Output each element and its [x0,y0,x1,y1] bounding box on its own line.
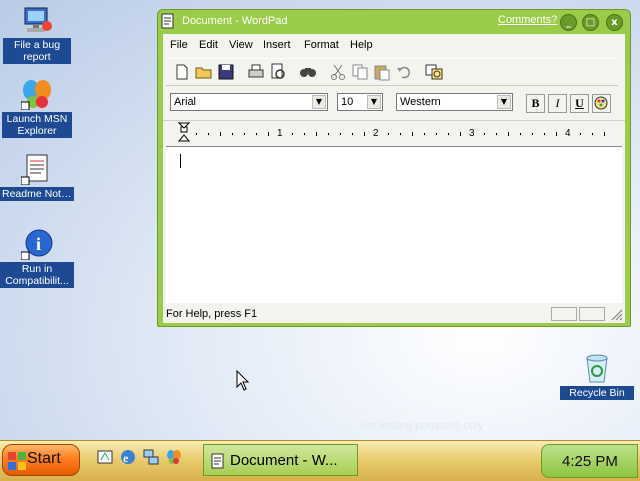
open-icon[interactable] [194,62,214,82]
start-button[interactable]: Start [2,444,80,476]
cut-icon[interactable] [328,62,348,82]
menu-bar: File Edit View Insert Format Help [163,36,625,54]
desktop-icon-label: Run in Compatibilit... [0,262,74,288]
minimize-button[interactable]: _ [560,14,577,31]
script-value: Western [400,96,441,108]
underline-button[interactable]: U [570,94,589,113]
menu-edit[interactable]: Edit [199,39,218,51]
italic-button[interactable]: I [548,94,567,113]
undo-icon[interactable] [394,62,414,82]
bug-report-icon [21,4,53,36]
show-desktop-icon[interactable] [96,448,114,466]
ruler-label: 2 [373,128,379,139]
desktop-icon-label: Readme Notes [0,187,74,201]
status-text: For Help, press F1 [166,308,258,320]
comments-link[interactable]: Comments? [498,14,557,26]
menu-view[interactable]: View [229,39,253,51]
desktop-icon-recycle-bin[interactable]: Recycle Bin [560,352,634,400]
chevron-down-icon[interactable]: ▼ [312,95,326,109]
menu-format[interactable]: Format [304,39,339,51]
format-toolbar: Arial ▼ 10 ▼ Western ▼ B I U [166,90,618,116]
bold-button[interactable]: B [526,94,545,113]
text-caret [180,154,181,168]
wordpad-window[interactable]: Document - WordPad Comments? _ □ x File … [157,9,631,327]
ruler[interactable]: 1 2 3 4 [163,120,625,147]
recycle-bin-icon [581,352,613,384]
ruler-ticks [177,122,605,142]
font-name-value: Arial [174,96,197,108]
taskbar-button-label: Document - W... [230,452,338,469]
system-tray: 4:25 PM [541,444,638,478]
title-bar[interactable]: Document - WordPad Comments? _ □ x [158,10,630,34]
taskbar-button-wordpad[interactable]: Document - W... [203,444,358,476]
status-bar: For Help, press F1 [163,305,625,323]
wordpad-icon [211,453,224,469]
paste-icon[interactable] [372,62,392,82]
ruler-label: 3 [469,128,475,139]
font-size-value: 10 [341,96,354,108]
save-icon[interactable] [216,62,236,82]
window-title: Document - WordPad [182,15,288,27]
network-icon[interactable] [142,448,160,466]
clock[interactable]: 4:25 PM [562,453,618,470]
color-palette-icon[interactable] [592,94,611,113]
desktop-icon-file-bug[interactable]: File a bug report [0,4,74,64]
window-client: File Edit View Insert Format Help Arial … [163,34,625,323]
desktop-icon-label: Launch MSN Explorer [2,112,72,138]
msn-icon[interactable] [165,448,183,466]
standard-toolbar [166,58,618,86]
status-cell [551,307,577,321]
taskbar: Start e Document - W... 4:25 PM [0,440,640,481]
menu-insert[interactable]: Insert [263,39,291,51]
font-name-select[interactable]: Arial ▼ [170,93,328,111]
script-select[interactable]: Western ▼ [396,93,513,111]
desktop-watermark: For testing purposes only [360,420,484,432]
print-preview-icon[interactable] [268,62,288,82]
wordpad-icon [160,13,176,29]
start-label: Start [27,450,61,467]
chevron-down-icon[interactable]: ▼ [497,95,511,109]
find-icon[interactable] [298,62,318,82]
font-size-select[interactable]: 10 ▼ [337,93,383,111]
svg-text:i: i [36,234,41,254]
document-editor[interactable] [166,146,622,303]
copy-icon[interactable] [350,62,370,82]
msn-butterfly-icon [20,78,53,111]
desktop-icon-label: Recycle Bin [560,386,634,400]
new-icon[interactable] [172,62,192,82]
menu-file[interactable]: File [170,39,188,51]
chevron-down-icon[interactable]: ▼ [367,95,381,109]
document-notes-icon [20,153,53,186]
desktop-icon-readme[interactable]: Readme Notes [0,153,74,201]
insert-datetime-icon[interactable] [424,62,444,82]
mouse-pointer-icon [236,370,250,391]
desktop-icon-label: File a bug report [3,38,71,64]
internet-explorer-icon[interactable]: e [119,448,137,466]
desktop-icon-msn[interactable]: Launch MSN Explorer [0,78,74,138]
menu-help[interactable]: Help [350,39,373,51]
ruler-label: 1 [277,128,283,139]
close-button[interactable]: x [606,14,623,31]
windows-logo-icon [8,452,26,470]
info-icon: i [20,228,53,261]
maximize-button[interactable]: □ [582,14,599,31]
status-cell [579,307,605,321]
desktop-icon-compat[interactable]: i Run in Compatibilit... [0,228,74,288]
resize-grip-icon[interactable] [611,309,623,321]
ruler-label: 4 [565,128,571,139]
svg-text:e: e [123,451,129,465]
print-icon[interactable] [246,62,266,82]
